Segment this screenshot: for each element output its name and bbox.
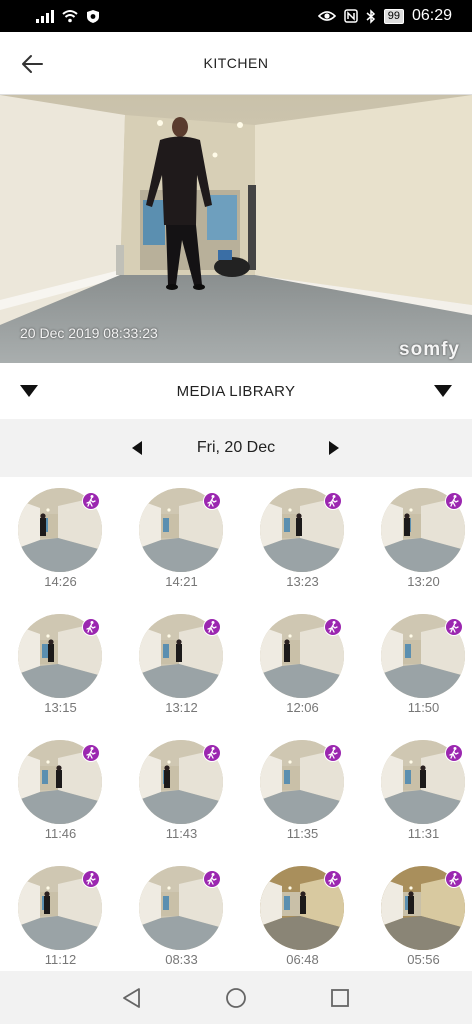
- media-thumbnail[interactable]: 11:43: [121, 729, 242, 849]
- media-library-bar: MEDIA LIBRARY: [0, 363, 472, 419]
- media-thumbnail[interactable]: 05:56: [363, 855, 472, 971]
- media-library-title: MEDIA LIBRARY: [176, 382, 296, 400]
- bluetooth-icon: [366, 8, 375, 24]
- media-thumbnail[interactable]: 11:35: [242, 729, 363, 849]
- motion-detected-icon: [445, 618, 463, 636]
- camera-snapshot[interactable]: 20 Dec 2019 08:33:23 somfy: [0, 95, 472, 363]
- thumbnail-time: 05:56: [407, 952, 440, 967]
- brand-logo: somfy: [399, 339, 460, 360]
- media-thumbnail[interactable]: 12:06: [242, 603, 363, 723]
- selected-date: Fri, 20 Dec: [196, 439, 276, 456]
- date-selector: Fri, 20 Dec: [0, 419, 472, 477]
- page-title: KITCHEN: [203, 55, 269, 71]
- media-thumbnail[interactable]: 14:26: [0, 477, 121, 597]
- motion-detected-icon: [82, 492, 100, 510]
- media-thumbnail[interactable]: 11:50: [363, 603, 472, 723]
- next-day-icon[interactable]: [329, 441, 339, 455]
- motion-detected-icon: [82, 870, 100, 888]
- collapse-left-icon[interactable]: [20, 385, 38, 397]
- thumbnail-time: 13:20: [407, 574, 440, 589]
- motion-detected-icon: [82, 618, 100, 636]
- thumbnail-time: 11:46: [44, 826, 77, 841]
- status-right: 99 06:29: [317, 7, 452, 25]
- signal-icon: [36, 9, 54, 23]
- status-left: [36, 9, 100, 24]
- media-thumbnail[interactable]: 14:21: [121, 477, 242, 597]
- media-thumbnail[interactable]: 11:12: [0, 855, 121, 971]
- thumbnail-time: 11:12: [44, 952, 77, 967]
- thumbnail-time: 11:50: [407, 700, 440, 715]
- media-thumbnail[interactable]: 13:20: [363, 477, 472, 597]
- thumbnail-time: 11:35: [286, 826, 319, 841]
- motion-detected-icon: [445, 744, 463, 762]
- thumbnail-time: 12:06: [286, 700, 319, 715]
- motion-detected-icon: [203, 870, 221, 888]
- media-thumbnail[interactable]: 11:46: [0, 729, 121, 849]
- media-thumbnail[interactable]: 13:23: [242, 477, 363, 597]
- media-thumbnail[interactable]: 13:12: [121, 603, 242, 723]
- nav-home-icon[interactable]: [224, 986, 248, 1010]
- thumbnail-time: 14:26: [44, 574, 77, 589]
- motion-detected-icon: [445, 492, 463, 510]
- motion-detected-icon: [324, 618, 342, 636]
- thumbnail-time: 06:48: [286, 952, 319, 967]
- nav-back-icon[interactable]: [120, 986, 144, 1010]
- eye-icon: [317, 11, 336, 21]
- thumbnail-time: 14:21: [165, 574, 198, 589]
- wifi-icon: [62, 10, 78, 23]
- back-arrow-icon[interactable]: [18, 50, 46, 78]
- camera-timestamp: 20 Dec 2019 08:33:23: [20, 325, 158, 341]
- media-thumbnail[interactable]: 06:48: [242, 855, 363, 971]
- motion-detected-icon: [324, 492, 342, 510]
- media-thumbnail[interactable]: 13:15: [0, 603, 121, 723]
- motion-detected-icon: [324, 870, 342, 888]
- app-header: KITCHEN: [0, 32, 472, 95]
- nav-recents-icon[interactable]: [328, 986, 352, 1010]
- thumbnail-time: 08:33: [165, 952, 198, 967]
- collapse-right-icon[interactable]: [434, 385, 452, 397]
- previous-day-icon[interactable]: [132, 441, 142, 455]
- motion-detected-icon: [203, 492, 221, 510]
- shield-icon: [87, 9, 99, 23]
- status-time: 06:29: [411, 7, 452, 24]
- motion-detected-icon: [203, 744, 221, 762]
- media-grid: 14:26 14:21 13:23 13:20 13:15 13:12 12:06 11:50…: [0, 477, 472, 971]
- media-thumbnail[interactable]: 11:31: [363, 729, 472, 849]
- thumbnail-time: 13:15: [44, 700, 77, 715]
- system-nav-bar: [0, 971, 472, 1024]
- motion-detected-icon: [445, 870, 463, 888]
- thumbnail-time: 13:23: [286, 574, 319, 589]
- nfc-icon: [343, 9, 358, 23]
- thumbnail-time: 11:31: [407, 826, 440, 841]
- motion-detected-icon: [203, 618, 221, 636]
- status-bar: 99 06:29: [0, 0, 472, 32]
- thumbnail-time: 11:43: [165, 826, 198, 841]
- camera-image: [0, 95, 472, 363]
- battery-indicator: 99: [383, 8, 404, 24]
- thumbnail-time: 13:12: [165, 700, 198, 715]
- motion-detected-icon: [82, 744, 100, 762]
- media-thumbnail[interactable]: 08:33: [121, 855, 242, 971]
- motion-detected-icon: [324, 744, 342, 762]
